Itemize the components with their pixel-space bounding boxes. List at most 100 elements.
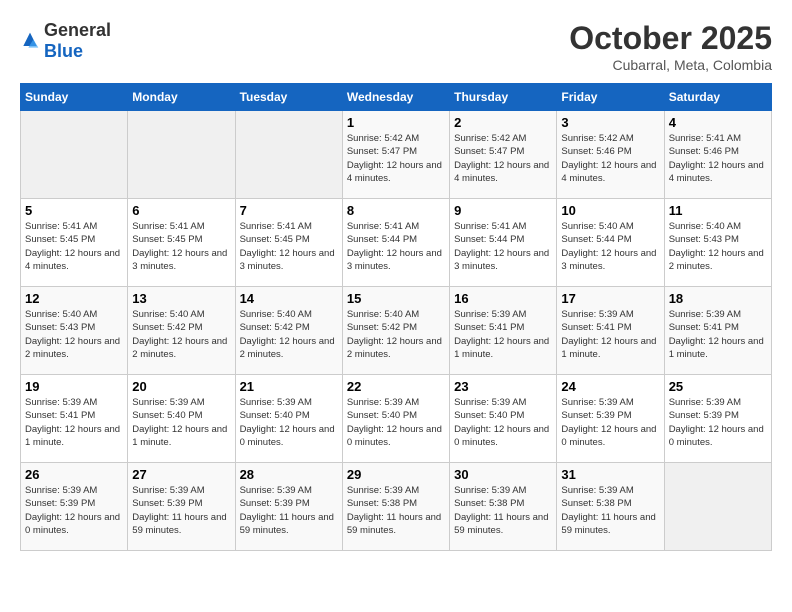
day-info: Sunrise: 5:39 AM Sunset: 5:41 PM Dayligh… (669, 308, 767, 361)
day-number: 26 (25, 467, 123, 482)
calendar-cell: 29 Sunrise: 5:39 AM Sunset: 5:38 PM Dayli… (342, 463, 449, 551)
day-number: 21 (240, 379, 338, 394)
day-info: Sunrise: 5:39 AM Sunset: 5:41 PM Dayligh… (454, 308, 552, 361)
day-info: Sunrise: 5:39 AM Sunset: 5:41 PM Dayligh… (25, 396, 123, 449)
calendar-cell (235, 111, 342, 199)
day-number: 30 (454, 467, 552, 482)
calendar-cell: 24 Sunrise: 5:39 AM Sunset: 5:39 PM Dayli… (557, 375, 664, 463)
weekday-header-friday: Friday (557, 84, 664, 111)
day-number: 10 (561, 203, 659, 218)
calendar-cell (664, 463, 771, 551)
calendar-cell: 5 Sunrise: 5:41 AM Sunset: 5:45 PM Daylig… (21, 199, 128, 287)
calendar-cell: 27 Sunrise: 5:39 AM Sunset: 5:39 PM Dayli… (128, 463, 235, 551)
day-number: 14 (240, 291, 338, 306)
calendar-cell: 11 Sunrise: 5:40 AM Sunset: 5:43 PM Dayli… (664, 199, 771, 287)
day-number: 12 (25, 291, 123, 306)
day-number: 29 (347, 467, 445, 482)
weekday-header-thursday: Thursday (450, 84, 557, 111)
day-number: 22 (347, 379, 445, 394)
calendar-cell: 2Sunrise: 5:42 AM Sunset: 5:47 PM Daylig… (450, 111, 557, 199)
day-number: 7 (240, 203, 338, 218)
day-info: Sunrise: 5:39 AM Sunset: 5:41 PM Dayligh… (561, 308, 659, 361)
day-info: Sunrise: 5:41 AM Sunset: 5:44 PM Dayligh… (347, 220, 445, 273)
calendar-cell: 21 Sunrise: 5:39 AM Sunset: 5:40 PM Dayli… (235, 375, 342, 463)
day-number: 8 (347, 203, 445, 218)
calendar-cell: 17 Sunrise: 5:39 AM Sunset: 5:41 PM Dayli… (557, 287, 664, 375)
day-info: Sunrise: 5:40 AM Sunset: 5:42 PM Dayligh… (132, 308, 230, 361)
day-info: Sunrise: 5:39 AM Sunset: 5:39 PM Dayligh… (240, 484, 338, 537)
day-number: 16 (454, 291, 552, 306)
calendar-cell: 19 Sunrise: 5:39 AM Sunset: 5:41 PM Dayli… (21, 375, 128, 463)
day-number: 11 (669, 203, 767, 218)
day-number: 27 (132, 467, 230, 482)
day-info: Sunrise: 5:39 AM Sunset: 5:38 PM Dayligh… (347, 484, 445, 537)
logo-icon (20, 31, 40, 51)
day-info: Sunrise: 5:39 AM Sunset: 5:39 PM Dayligh… (669, 396, 767, 449)
day-info: Sunrise: 5:39 AM Sunset: 5:39 PM Dayligh… (132, 484, 230, 537)
location-text: Cubarral, Meta, Colombia (569, 57, 772, 73)
calendar-cell: 1 Sunrise: 5:42 AM Sunset: 5:47 PM Daylig… (342, 111, 449, 199)
calendar-week-row: 26 Sunrise: 5:39 AM Sunset: 5:39 PM Dayli… (21, 463, 772, 551)
day-number: 31 (561, 467, 659, 482)
day-info: Sunrise: 5:39 AM Sunset: 5:40 PM Dayligh… (347, 396, 445, 449)
day-number: 24 (561, 379, 659, 394)
calendar-cell: 7 Sunrise: 5:41 AM Sunset: 5:45 PM Daylig… (235, 199, 342, 287)
day-info: Sunrise: 5:39 AM Sunset: 5:38 PM Dayligh… (561, 484, 659, 537)
logo-general-text: General (44, 20, 111, 40)
month-title: October 2025 (569, 20, 772, 57)
calendar-cell: 23Sunrise: 5:39 AM Sunset: 5:40 PM Dayli… (450, 375, 557, 463)
day-number: 13 (132, 291, 230, 306)
calendar-cell: 10 Sunrise: 5:40 AM Sunset: 5:44 PM Dayli… (557, 199, 664, 287)
day-info: Sunrise: 5:41 AM Sunset: 5:45 PM Dayligh… (240, 220, 338, 273)
day-number: 19 (25, 379, 123, 394)
calendar-cell: 31 Sunrise: 5:39 AM Sunset: 5:38 PM Dayli… (557, 463, 664, 551)
day-number: 6 (132, 203, 230, 218)
calendar-cell (21, 111, 128, 199)
day-info: Sunrise: 5:42 AM Sunset: 5:47 PM Dayligh… (347, 132, 445, 185)
calendar-week-row: 5 Sunrise: 5:41 AM Sunset: 5:45 PM Daylig… (21, 199, 772, 287)
day-info: Sunrise: 5:41 AM Sunset: 5:45 PM Dayligh… (132, 220, 230, 273)
day-number: 18 (669, 291, 767, 306)
calendar-cell: 6 Sunrise: 5:41 AM Sunset: 5:45 PM Daylig… (128, 199, 235, 287)
day-number: 17 (561, 291, 659, 306)
calendar-cell: 15 Sunrise: 5:40 AM Sunset: 5:42 PM Dayli… (342, 287, 449, 375)
weekday-header-tuesday: Tuesday (235, 84, 342, 111)
day-info: Sunrise: 5:41 AM Sunset: 5:45 PM Dayligh… (25, 220, 123, 273)
day-info: Sunrise: 5:41 AM Sunset: 5:46 PM Dayligh… (669, 132, 767, 185)
day-info: Sunrise: 5:40 AM Sunset: 5:42 PM Dayligh… (347, 308, 445, 361)
weekday-header-wednesday: Wednesday (342, 84, 449, 111)
day-number: 1 (347, 115, 445, 130)
calendar-cell: 16 Sunrise: 5:39 AM Sunset: 5:41 PM Dayli… (450, 287, 557, 375)
day-number: 23 (454, 379, 552, 394)
day-number: 5 (25, 203, 123, 218)
day-info: Sunrise: 5:39 AM Sunset: 5:40 PM Dayligh… (240, 396, 338, 449)
day-info: Sunrise: 5:39 AM Sunset: 5:40 PM Dayligh… (132, 396, 230, 449)
day-info: Sunrise: 5:39 AM Sunset: 5:39 PM Dayligh… (561, 396, 659, 449)
calendar-cell: 8 Sunrise: 5:41 AM Sunset: 5:44 PM Daylig… (342, 199, 449, 287)
day-info: Sunrise: 5:39 AM Sunset: 5:38 PM Dayligh… (454, 484, 552, 537)
calendar-cell: 9Sunrise: 5:41 AM Sunset: 5:44 PM Daylig… (450, 199, 557, 287)
calendar-cell: 25Sunrise: 5:39 AM Sunset: 5:39 PM Dayli… (664, 375, 771, 463)
calendar-header-row: SundayMondayTuesdayWednesdayThursdayFrid… (21, 84, 772, 111)
calendar-cell: 26Sunrise: 5:39 AM Sunset: 5:39 PM Dayli… (21, 463, 128, 551)
day-info: Sunrise: 5:40 AM Sunset: 5:43 PM Dayligh… (25, 308, 123, 361)
day-number: 9 (454, 203, 552, 218)
day-info: Sunrise: 5:40 AM Sunset: 5:42 PM Dayligh… (240, 308, 338, 361)
day-number: 2 (454, 115, 552, 130)
calendar-week-row: 12 Sunrise: 5:40 AM Sunset: 5:43 PM Dayli… (21, 287, 772, 375)
calendar-table: SundayMondayTuesdayWednesdayThursdayFrid… (20, 83, 772, 551)
day-number: 15 (347, 291, 445, 306)
calendar-cell: 4 Sunrise: 5:41 AM Sunset: 5:46 PM Daylig… (664, 111, 771, 199)
day-number: 4 (669, 115, 767, 130)
logo: General Blue (20, 20, 111, 62)
weekday-header-saturday: Saturday (664, 84, 771, 111)
calendar-cell: 28 Sunrise: 5:39 AM Sunset: 5:39 PM Dayli… (235, 463, 342, 551)
calendar-cell: 18 Sunrise: 5:39 AM Sunset: 5:41 PM Dayli… (664, 287, 771, 375)
calendar-week-row: 1 Sunrise: 5:42 AM Sunset: 5:47 PM Daylig… (21, 111, 772, 199)
day-info: Sunrise: 5:40 AM Sunset: 5:43 PM Dayligh… (669, 220, 767, 273)
logo-blue-text: Blue (44, 41, 83, 61)
day-info: Sunrise: 5:40 AM Sunset: 5:44 PM Dayligh… (561, 220, 659, 273)
title-block: October 2025 Cubarral, Meta, Colombia (569, 20, 772, 73)
day-number: 28 (240, 467, 338, 482)
weekday-header-monday: Monday (128, 84, 235, 111)
